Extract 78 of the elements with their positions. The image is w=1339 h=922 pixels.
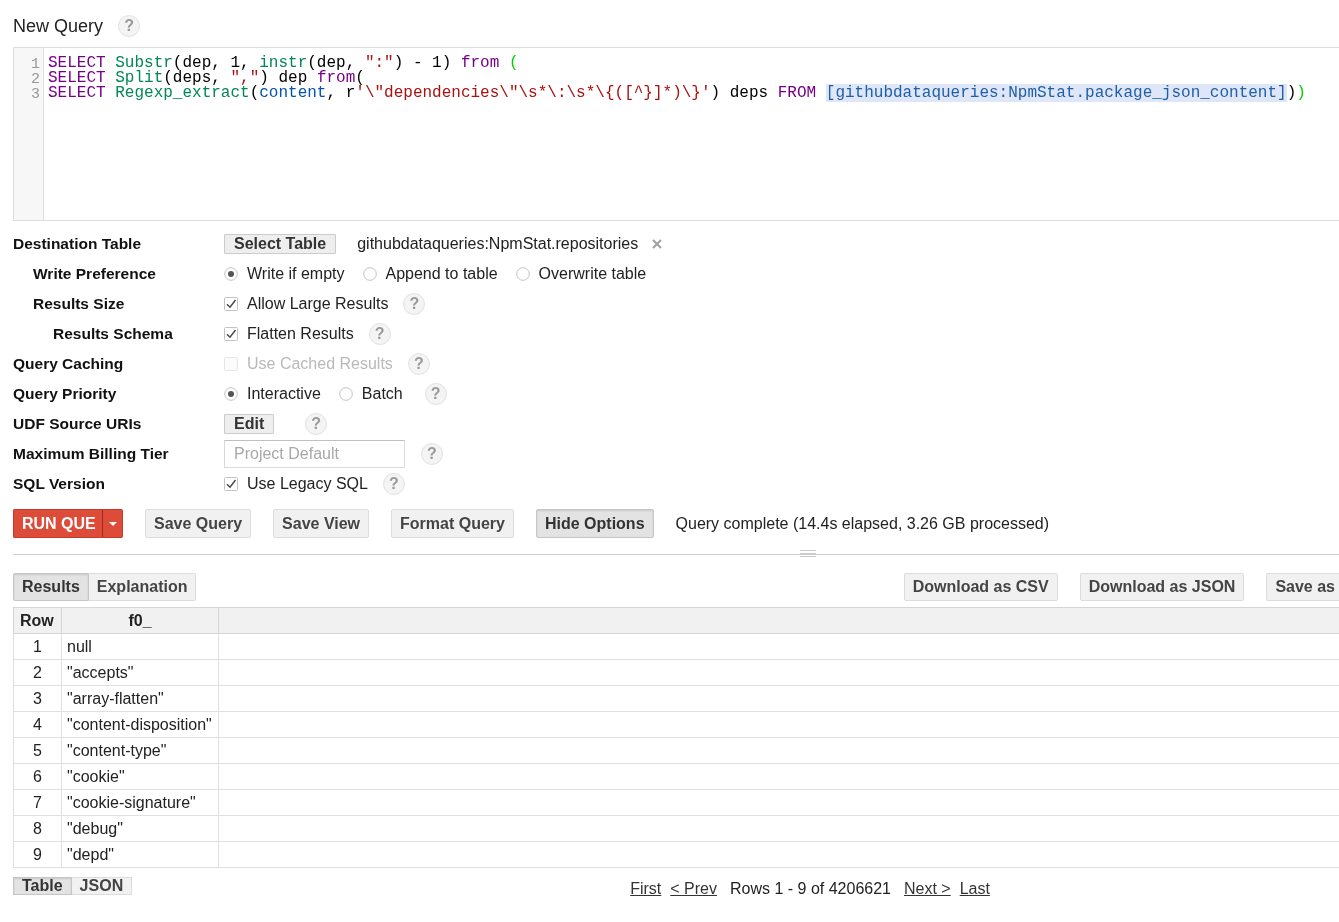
table-cell: "content-disposition" <box>61 711 219 738</box>
option-label: Results Schema <box>53 325 173 342</box>
radio-label[interactable]: Batch <box>361 385 403 403</box>
row-number-cell: 3 <box>13 685 62 712</box>
resize-grip-icon[interactable] <box>800 550 816 557</box>
checkbox[interactable] <box>224 327 238 341</box>
table-cell: "accepts" <box>61 659 219 686</box>
radio-label[interactable]: Overwrite table <box>538 265 647 283</box>
page-title: New Query <box>13 15 104 37</box>
row-number-cell: 4 <box>13 711 62 738</box>
view-tab[interactable]: JSON <box>71 877 133 895</box>
checkbox-label[interactable]: Allow Large Results <box>247 295 389 313</box>
toolbar-button[interactable]: Hide Options <box>535 509 654 538</box>
results-tab[interactable]: Explanation <box>88 573 197 601</box>
input-field[interactable]: Project Default <box>224 440 405 468</box>
action-button[interactable]: Download as JSON <box>1079 573 1245 601</box>
toolbar-button[interactable]: Save View <box>273 509 370 538</box>
option-label: Query Priority <box>13 385 117 402</box>
checkbox-label[interactable]: Use Legacy SQL <box>247 475 368 493</box>
line-number: 1 <box>31 56 40 71</box>
select-table-button[interactable]: Select Table <box>224 234 337 254</box>
close-icon[interactable] <box>652 239 663 249</box>
checkbox[interactable] <box>224 477 238 491</box>
row-number-cell: 2 <box>13 659 62 686</box>
code-line[interactable]: SELECT Split(deps, ",") dep from( <box>48 71 365 86</box>
radio-button[interactable] <box>515 267 530 281</box>
option-label: SQL Version <box>13 475 105 492</box>
view-tab[interactable]: Table <box>13 877 72 895</box>
row-number-cell: 8 <box>13 815 62 842</box>
row-number-cell: 5 <box>13 737 62 764</box>
table-cell: "cookie" <box>61 763 219 790</box>
action-button[interactable]: Save as <box>1266 573 1339 601</box>
toolbar-button[interactable]: Format Query <box>391 509 514 538</box>
option-label: Write Preference <box>33 265 156 282</box>
table-cell: "depd" <box>61 841 219 868</box>
line-number: 3 <box>31 86 40 101</box>
table-cell: "content-type" <box>61 737 219 764</box>
option-label: Results Size <box>33 295 125 312</box>
action-button[interactable]: Download as CSV <box>903 573 1058 601</box>
results-tab[interactable]: Results <box>13 573 89 601</box>
option-label: UDF Source URIs <box>13 415 142 432</box>
row-range-text: Rows 1 - 9 of 4206621 <box>730 880 891 898</box>
table-cell: null <box>61 633 219 660</box>
run-query-button[interactable]: RUN QUE <box>13 509 102 538</box>
radio-label[interactable]: Append to table <box>385 265 498 283</box>
radio-button[interactable] <box>338 387 353 401</box>
option-label: Destination Table <box>13 235 142 252</box>
pager-link[interactable]: Last <box>959 880 990 898</box>
pager-link[interactable]: < Prev <box>670 880 717 898</box>
table-cell: "debug" <box>61 815 219 842</box>
code-line[interactable]: SELECT Substr(dep, 1, instr(dep, ":") - 1) from ( <box>48 56 519 71</box>
table-cell: "array-flatten" <box>61 685 219 712</box>
status-text: Query complete (14.4s elapsed, 3.26 GB processed) <box>675 514 1050 533</box>
column-header: Row <box>13 607 62 634</box>
option-label: Maximum Billing Tier <box>13 445 169 462</box>
radio-button[interactable] <box>224 387 238 401</box>
line-number: 2 <box>31 71 40 86</box>
checkbox[interactable] <box>224 297 238 311</box>
row-number-cell: 6 <box>13 763 62 790</box>
run-options-dropdown[interactable] <box>102 509 123 538</box>
radio-button[interactable] <box>362 267 377 281</box>
edit-button[interactable]: Edit <box>224 414 275 434</box>
code-line[interactable]: SELECT Regexp_extract(content, r'\"dependencies\"\s*\:\s*\{([^}]*)\}') deps FROM [githubdataqueries:NpmStat.package_json_content])) <box>48 86 1306 101</box>
radio-label[interactable]: Write if empty <box>247 265 345 283</box>
pager-link[interactable]: Next > <box>904 880 951 898</box>
option-label: Query Caching <box>13 355 124 372</box>
radio-label[interactable]: Interactive <box>247 385 321 403</box>
pager-link[interactable]: First <box>630 880 662 898</box>
toolbar-button[interactable]: Save Query <box>145 509 252 538</box>
radio-button[interactable] <box>224 267 238 281</box>
caret-icon <box>108 521 117 526</box>
destination-table-name: githubdataqueries:NpmStat.repositories <box>357 235 639 253</box>
checkbox-label[interactable]: Flatten Results <box>247 325 354 343</box>
row-number-cell: 1 <box>13 633 62 660</box>
table-cell: "cookie-signature" <box>61 789 219 816</box>
row-number-cell: 7 <box>13 789 62 816</box>
column-header: f0_ <box>61 607 219 634</box>
row-number-cell: 9 <box>13 841 62 868</box>
